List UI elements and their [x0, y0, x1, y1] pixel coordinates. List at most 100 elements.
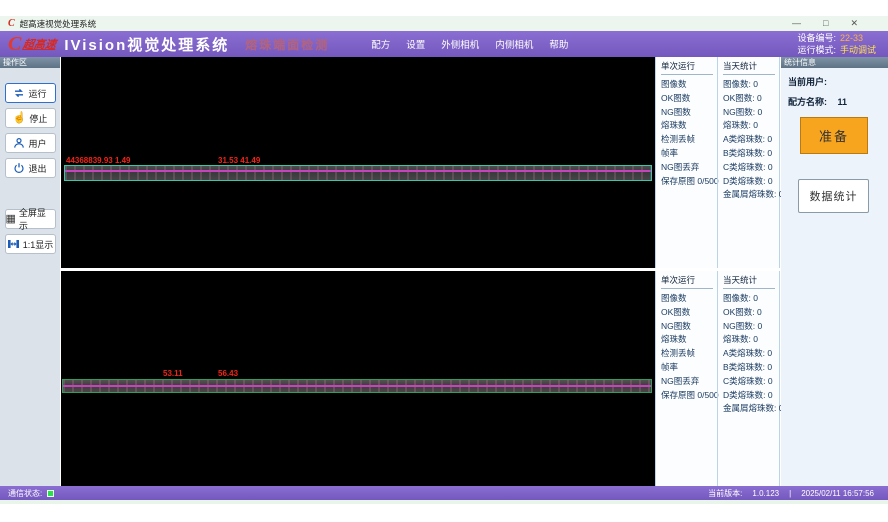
stat-row: 图像数: 0: [723, 292, 779, 306]
statistics-info-panel: 统计信息 当前用户: 配方名称: 11 准备 数据统计: [781, 57, 888, 486]
status-bar: 通信状态: 当前版本: 1.0.123 | 2025/02/11 16:57:5…: [0, 486, 888, 500]
run-button[interactable]: 运行: [5, 83, 56, 103]
run-mode-label: 运行模式:: [797, 45, 836, 55]
stat-row: 熔珠数: 0: [723, 119, 779, 133]
stat-row: B类熔珠数: 0: [723, 361, 779, 375]
fullscreen-button-label: 全屏显示: [19, 206, 55, 232]
maximize-icon[interactable]: □: [823, 19, 828, 28]
current-user-row: 当前用户:: [788, 75, 888, 88]
data-statistics-button[interactable]: 数据统计: [798, 179, 869, 213]
stat-row: D类熔珠数: 0: [723, 175, 779, 189]
comm-status-indicator: [47, 490, 54, 497]
recipe-name-row: 配方名称: 11: [788, 95, 888, 108]
user-button-label: 用户: [28, 137, 46, 150]
recipe-name-value: 11: [838, 97, 848, 107]
stat-row: NG图数: [661, 320, 717, 334]
stat-row: 保存原图 0/500: [661, 389, 717, 403]
daily-stats-title: 当天统计: [723, 274, 775, 289]
exit-button[interactable]: 退出: [5, 158, 56, 178]
daily-stats-column: 当天统计 图像数: 0OK图数: 0NG图数: 0熔珠数: 0A类熔珠数: 0B…: [717, 57, 779, 268]
minimize-icon[interactable]: —: [792, 19, 801, 28]
single-run-rows: 图像数OK图数NG图数熔珠数检测丢帧帧率NG图丢弃保存原图 0/500: [661, 292, 717, 402]
app-header: C 超高速 IVision视觉处理系统 熔珠端面检测 配方 设置 外侧相机 内侧…: [0, 31, 888, 57]
app-title: IVision视觉处理系统: [64, 34, 229, 55]
status-separator: |: [789, 489, 791, 498]
version-value: 1.0.123: [752, 489, 779, 498]
info-panel-title: 统计信息: [781, 57, 888, 68]
stat-row: 保存原图 0/500: [661, 175, 717, 189]
desktop: C 超高速视觉处理系统 — □ ✕ C 超高速 IVision视觉处理系统 熔珠…: [0, 0, 888, 522]
stop-button[interactable]: ☝ 停止: [5, 108, 56, 128]
menu-recipe[interactable]: 配方: [371, 37, 390, 51]
window-titlebar: C 超高速视觉处理系统 — □ ✕: [0, 16, 888, 31]
stat-row: A类熔珠数: 0: [723, 347, 779, 361]
stat-row: 图像数: 0: [723, 78, 779, 92]
stat-row: 熔珠数: 0: [723, 333, 779, 347]
stat-row: NG图数: 0: [723, 106, 779, 120]
measurement-annotation: 44368839.93 1.49: [66, 156, 131, 165]
strip-detect-line: [65, 170, 651, 172]
app-logo-icon: C: [8, 18, 15, 29]
stat-row: B类熔珠数: 0: [723, 147, 779, 161]
device-info: 设备编号: 22-33 运行模式: 手动调试: [797, 32, 876, 56]
stat-row: NG图数: 0: [723, 320, 779, 334]
device-number-label: 设备编号:: [797, 33, 836, 43]
measurement-annotation: 53.11: [163, 369, 183, 378]
one-to-one-icon: [7, 238, 20, 250]
single-run-title: 单次运行: [661, 274, 713, 289]
stat-row: 图像数: [661, 292, 717, 306]
stat-row: OK图数: 0: [723, 92, 779, 106]
single-run-column: 单次运行 图像数OK图数NG图数熔珠数检测丢帧帧率NG图丢弃保存原图 0/500: [655, 57, 717, 268]
stat-row: NG图数: [661, 106, 717, 120]
window-controls: — □ ✕: [792, 19, 880, 28]
stat-row: 检测丢帧: [661, 133, 717, 147]
stat-row: NG图丢弃: [661, 161, 717, 175]
outer-camera-view[interactable]: 44368839.93 1.49 31.53 41.49: [61, 57, 655, 268]
operation-sidebar: 操作区 运行 ☝ 停止 用户 退出 ▦ 全屏显示: [0, 57, 60, 486]
single-run-rows: 图像数OK图数NG图数熔珠数检测丢帧帧率NG图丢弃保存原图 0/500: [661, 78, 717, 188]
one-to-one-button-label: 1:1显示: [23, 238, 54, 251]
weld-strip-image: [64, 165, 652, 181]
one-to-one-button[interactable]: 1:1显示: [5, 234, 56, 254]
version-label: 当前版本:: [708, 488, 742, 499]
fullscreen-button[interactable]: ▦ 全屏显示: [5, 209, 56, 229]
run-mode-value: 手动调试: [840, 45, 876, 55]
menu-settings[interactable]: 设置: [406, 37, 425, 51]
stat-row: A类熔珠数: 0: [723, 133, 779, 147]
measurement-annotation: 31.53 41.49: [218, 156, 260, 165]
stat-row: 金属屑熔珠数: 0: [723, 402, 779, 416]
stat-row: C类熔珠数: 0: [723, 375, 779, 389]
device-number-value: 22-33: [840, 33, 863, 43]
hand-icon: ☝: [13, 113, 27, 124]
stat-row: C类熔珠数: 0: [723, 161, 779, 175]
user-icon: [13, 137, 25, 149]
window-bottom-edge: [0, 500, 888, 504]
stat-row: 检测丢帧: [661, 347, 717, 361]
stat-row: D类熔珠数: 0: [723, 389, 779, 403]
power-icon: [13, 162, 25, 174]
stat-row: 图像数: [661, 78, 717, 92]
daily-stats-column: 当天统计 图像数: 0OK图数: 0NG图数: 0熔珠数: 0A类熔珠数: 0B…: [717, 271, 779, 486]
stat-row: OK图数: 0: [723, 306, 779, 320]
stat-row: 熔珠数: [661, 119, 717, 133]
menu-inner-camera[interactable]: 内侧相机: [495, 37, 533, 51]
stat-row: 帧率: [661, 147, 717, 161]
menu-outer-camera[interactable]: 外侧相机: [441, 37, 479, 51]
user-button[interactable]: 用户: [5, 133, 56, 153]
recipe-name-label: 配方名称:: [788, 97, 827, 107]
menu-bar: 配方 设置 外侧相机 内侧相机 帮助: [371, 37, 568, 51]
stop-button-label: 停止: [29, 112, 47, 125]
daily-stats-title: 当天统计: [723, 60, 775, 75]
stat-row: 熔珠数: [661, 333, 717, 347]
stat-row: 帧率: [661, 361, 717, 375]
exit-button-label: 退出: [28, 162, 46, 175]
run-icon: [13, 87, 25, 99]
strip-detect-line: [63, 385, 651, 387]
inner-camera-view[interactable]: 53.11 56.43: [61, 271, 655, 486]
current-user-label: 当前用户:: [788, 77, 827, 87]
menu-help[interactable]: 帮助: [549, 37, 568, 51]
close-icon[interactable]: ✕: [850, 19, 858, 28]
prepare-button[interactable]: 准备: [800, 117, 868, 154]
datetime-value: 2025/02/11 16:57:56: [801, 489, 874, 498]
stats-panel-top: 单次运行 图像数OK图数NG图数熔珠数检测丢帧帧率NG图丢弃保存原图 0/500…: [655, 57, 780, 268]
